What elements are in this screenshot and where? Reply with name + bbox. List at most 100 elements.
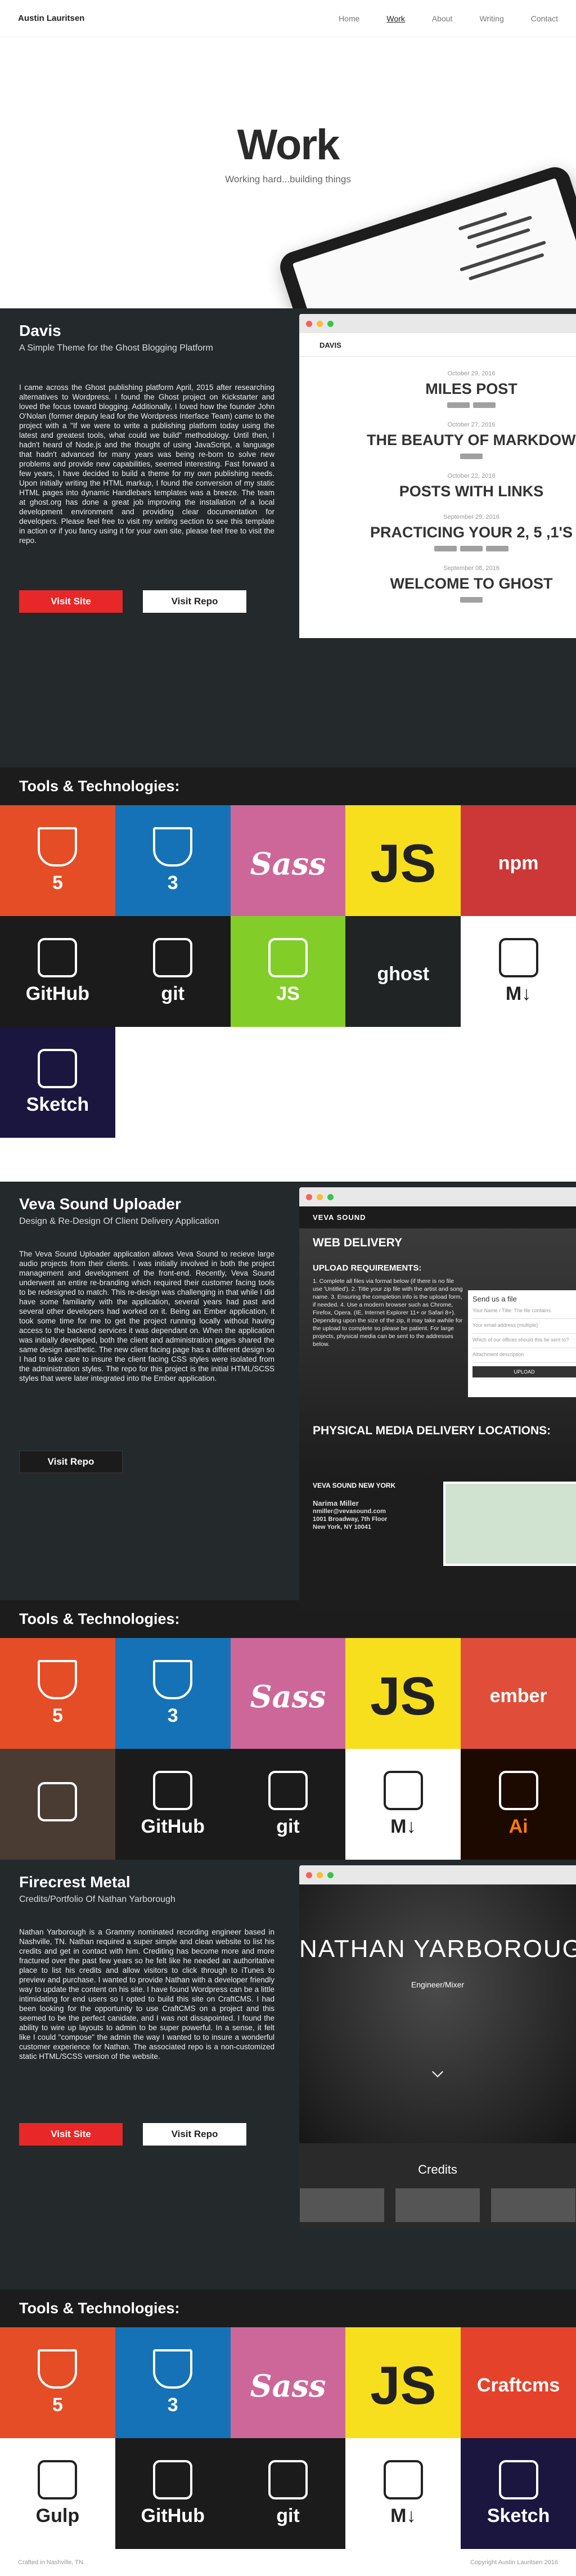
tool-label: GitHub (141, 1816, 205, 1837)
browser-titlebar (299, 1187, 576, 1206)
tool-label: Sketch (487, 2505, 550, 2526)
tablet-screen (292, 178, 576, 308)
post-item: October 22, 2016 POSTS WITH LINKS (367, 459, 576, 500)
tool-tile-craft-cms: Craftcms (461, 2327, 576, 2438)
site-brand[interactable]: Austin Lauritsen (18, 14, 84, 23)
visit-repo-button[interactable]: Visit Repo (19, 1451, 123, 1473)
project-firecrest: Firecrest Metal Credits/Portfolio Of Nat… (0, 1860, 576, 2290)
project-subtitle: A Simple Theme for the Ghost Blogging Pl… (19, 343, 213, 353)
project-info: Veva Sound Uploader Design & Re-Design O… (0, 1182, 294, 1600)
tool-label: M↓ (505, 983, 532, 1004)
post-title: POSTS WITH LINKS (399, 483, 544, 500)
upload-button[interactable]: UPLOAD (472, 1366, 576, 1377)
git-logo-icon (268, 2460, 308, 2499)
veva-heading: WEB DELIVERY (313, 1236, 403, 1249)
post-tags (367, 597, 576, 603)
album-thumbnail[interactable] (395, 2188, 480, 2222)
nav-link-contact[interactable]: Contact (531, 14, 558, 23)
tool-tile-javascript: JS (345, 1638, 461, 1749)
tool-label: ember (489, 1685, 547, 1707)
browser-mockup: VEVA SOUND WEB DELIVERY UPLOAD REQUIREME… (299, 1187, 576, 1611)
album-thumbnail[interactable] (491, 2188, 575, 2222)
post-date: October 27, 2016 (447, 421, 496, 428)
tool-tile-javascript: JS (345, 2327, 461, 2438)
form-field[interactable]: Attachment description (472, 1352, 576, 1363)
github-octocat-icon (38, 938, 78, 977)
maximize-dot-icon (327, 1872, 334, 1878)
tool-tile-sketch: Sketch (461, 2438, 576, 2549)
visit-site-button[interactable]: Visit Site (19, 2123, 123, 2146)
requirements-list: 1. Complete all files via format below (… (313, 1278, 463, 1348)
minimize-dot-icon (317, 1193, 323, 1200)
browser-mockup: DAVIS October 29, 2016 MILES POST Octobe… (299, 314, 576, 638)
form-field[interactable]: Which of our offices should this be sent… (472, 1337, 576, 1348)
project-info: Davis A Simple Theme for the Ghost Blogg… (0, 308, 294, 768)
project-info: Firecrest Metal Credits/Portfolio Of Nat… (0, 1860, 294, 2290)
git-logo-icon (153, 938, 193, 977)
illustrator-icon (498, 1771, 538, 1810)
tool-label: 5 (52, 1705, 63, 1726)
project-veva: Veva Sound Uploader Design & Re-Design O… (0, 1182, 576, 1611)
tool-tile-git: git (230, 2438, 346, 2549)
project-description: Nathan Yarborough is a Grammy nominated … (19, 1928, 274, 2061)
album-thumbnail[interactable] (300, 2188, 384, 2222)
tool-tile-illustrator: Ai (461, 1749, 576, 1860)
credits-section: Credits (299, 2143, 576, 2228)
tool-tile-css3: 3 (115, 2327, 231, 2438)
project-title: Veva Sound Uploader (19, 1195, 181, 1213)
tool-tile-git: git (230, 1749, 346, 1860)
nav-link-about[interactable]: About (432, 14, 453, 23)
veva-logo: VEVA SOUND (313, 1213, 366, 1222)
tool-tile-npm: npm (461, 805, 576, 916)
tool-tile-markdown: M↓ (345, 1749, 461, 1860)
post-date: October 22, 2016 (447, 473, 496, 479)
tool-label: git (161, 983, 184, 1004)
tool-label: Sass (250, 845, 326, 882)
tool-label: GitHub (25, 983, 90, 1004)
project-buttons: Visit Site Visit Repo (19, 590, 274, 613)
maximize-dot-icon (327, 320, 334, 327)
nav-link-writing[interactable]: Writing (479, 14, 503, 23)
markdown-icon (383, 2460, 423, 2499)
tool-tile-ghost: ghost (345, 916, 461, 1027)
chevron-down-icon[interactable] (432, 2066, 443, 2077)
tool-label: Sass (250, 1678, 326, 1715)
footer-copyright: Copyright Austin Lauritsen 2016 (470, 2559, 558, 2566)
visit-repo-button[interactable]: Visit Repo (143, 590, 246, 613)
project-buttons: Visit Repo (19, 1451, 274, 1473)
gulp-cup-icon (38, 2460, 78, 2499)
form-title: Send us a file (472, 1295, 517, 1303)
requirements-title: UPLOAD REQUIREMENTS: (313, 1263, 422, 1273)
nav-link-work[interactable]: Work (386, 14, 404, 23)
form-field[interactable]: Your email address (multiple) (472, 1322, 576, 1334)
nodejs-hexagon-icon (268, 938, 308, 977)
tool-label: Sass (250, 2367, 326, 2404)
browser-titlebar (299, 314, 576, 333)
sketch-diamond-icon (38, 1049, 78, 1088)
tool-tile-github: GitHub (115, 2438, 231, 2549)
visit-site-button[interactable]: Visit Site (19, 590, 123, 613)
browser-titlebar (299, 1865, 576, 1884)
visit-repo-button[interactable]: Visit Repo (143, 2123, 246, 2146)
project-screenshot: NATHAN YARBOROUGH Engineer/Mixer Credits (299, 1865, 576, 2228)
markdown-icon (498, 938, 538, 977)
hero-text: Work Working hard...building things (0, 120, 576, 185)
credits-title: Credits (418, 2162, 457, 2176)
artist-name: NATHAN YARBOROUGH (299, 1935, 576, 1963)
firecrest-hero: NATHAN YARBOROUGH Engineer/Mixer (299, 1884, 576, 2143)
tool-tile-github: GitHub (115, 1749, 231, 1860)
markdown-icon (383, 1771, 423, 1810)
hero: Work Working hard...building things (0, 37, 576, 308)
tools-grid: 5 3 Sass JS ember GitHub git M↓ Ai (0, 1638, 576, 1860)
tool-label: 3 (167, 2394, 178, 2416)
post-date: September 29, 2016 (443, 514, 500, 520)
minimize-dot-icon (317, 1872, 323, 1878)
post-title: MILES POST (425, 380, 518, 397)
minimize-dot-icon (317, 320, 323, 327)
nav-link-home[interactable]: Home (339, 14, 359, 23)
tool-tile-html5: 5 (0, 1638, 115, 1749)
tool-label: npm (498, 852, 539, 874)
credit-thumbnails (299, 2188, 576, 2222)
css3-shield-icon (153, 2349, 193, 2389)
form-field[interactable]: Your Name / Title: The file contains (472, 1308, 576, 1319)
